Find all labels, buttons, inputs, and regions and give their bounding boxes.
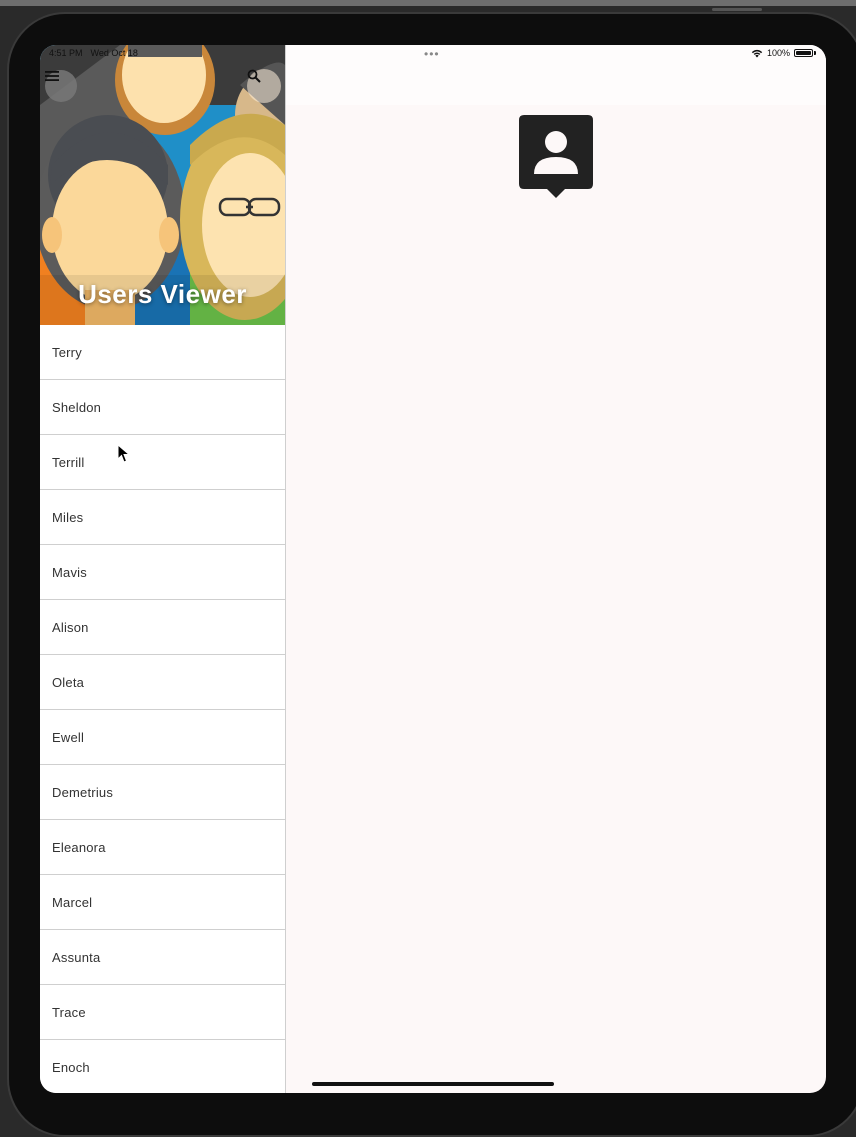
user-name-label: Assunta (52, 949, 101, 965)
sidebar-header: 4:51 PM Wed Oct 18 Users Viewer (40, 45, 285, 325)
multitasking-dots[interactable]: ••• (424, 47, 440, 61)
person-pin-icon (519, 115, 593, 198)
user-list-item[interactable]: Mavis (40, 545, 285, 600)
status-time: 4:51 PM (49, 48, 83, 58)
app-screen: 4:51 PM Wed Oct 18 Users Viewer Terry Shel… (40, 45, 826, 1093)
user-name-label: Enoch (52, 1059, 90, 1075)
battery-icon (794, 49, 817, 57)
search-button[interactable] (247, 69, 281, 103)
mouse-cursor-icon (117, 444, 131, 463)
user-name-label: Mavis (52, 564, 87, 580)
user-name-label: Alison (52, 619, 89, 635)
user-name-label: Marcel (52, 894, 93, 910)
user-name-label: Trace (52, 1004, 86, 1020)
detail-toolbar (286, 45, 826, 105)
user-list-item[interactable]: Terry (40, 325, 285, 380)
user-name-label: Ewell (52, 729, 85, 745)
user-list-item[interactable]: Trace (40, 985, 285, 1040)
status-time-date: 4:51 PM Wed Oct 18 (49, 48, 146, 58)
user-list-item[interactable]: Alison (40, 600, 285, 655)
home-indicator[interactable] (312, 1082, 554, 1086)
hamburger-menu-icon (45, 71, 59, 81)
user-list-item[interactable]: Enoch (40, 1040, 285, 1093)
app-title: Users Viewer (78, 279, 247, 309)
users-list: Terry Sheldon Terrill Miles Mavis Alison Oleta… (40, 325, 285, 1093)
user-list-item[interactable]: Oleta (40, 655, 285, 710)
user-list-item[interactable]: Marcel (40, 875, 285, 930)
user-list-item[interactable]: Terrill (40, 435, 285, 490)
user-name-label: Terry (52, 344, 82, 360)
user-name-label: Oleta (52, 674, 85, 690)
user-name-label: Miles (52, 509, 84, 525)
search-icon (247, 69, 261, 83)
user-list-item[interactable]: Miles (40, 490, 285, 545)
user-list-item[interactable]: Sheldon (40, 380, 285, 435)
user-list-item[interactable]: Assunta (40, 930, 285, 985)
status-right-indicators: 100% (751, 48, 817, 58)
window-top-strip (0, 0, 856, 6)
wifi-icon (751, 49, 763, 57)
user-name-label: Eleanora (52, 839, 106, 855)
users-sidebar: 4:51 PM Wed Oct 18 Users Viewer Terry Shel… (40, 45, 286, 1093)
user-name-label: Sheldon (52, 399, 102, 415)
user-list-item[interactable]: Ewell (40, 710, 285, 765)
window-grabber (712, 8, 762, 11)
user-list-item[interactable]: Eleanora (40, 820, 285, 875)
battery-percent: 100% (767, 48, 791, 58)
user-list-item[interactable]: Demetrius (40, 765, 285, 820)
menu-button[interactable] (45, 70, 77, 102)
user-name-label: Demetrius (52, 784, 114, 800)
status-date: Wed Oct 18 (90, 48, 138, 58)
user-name-label: Terrill (52, 454, 85, 470)
